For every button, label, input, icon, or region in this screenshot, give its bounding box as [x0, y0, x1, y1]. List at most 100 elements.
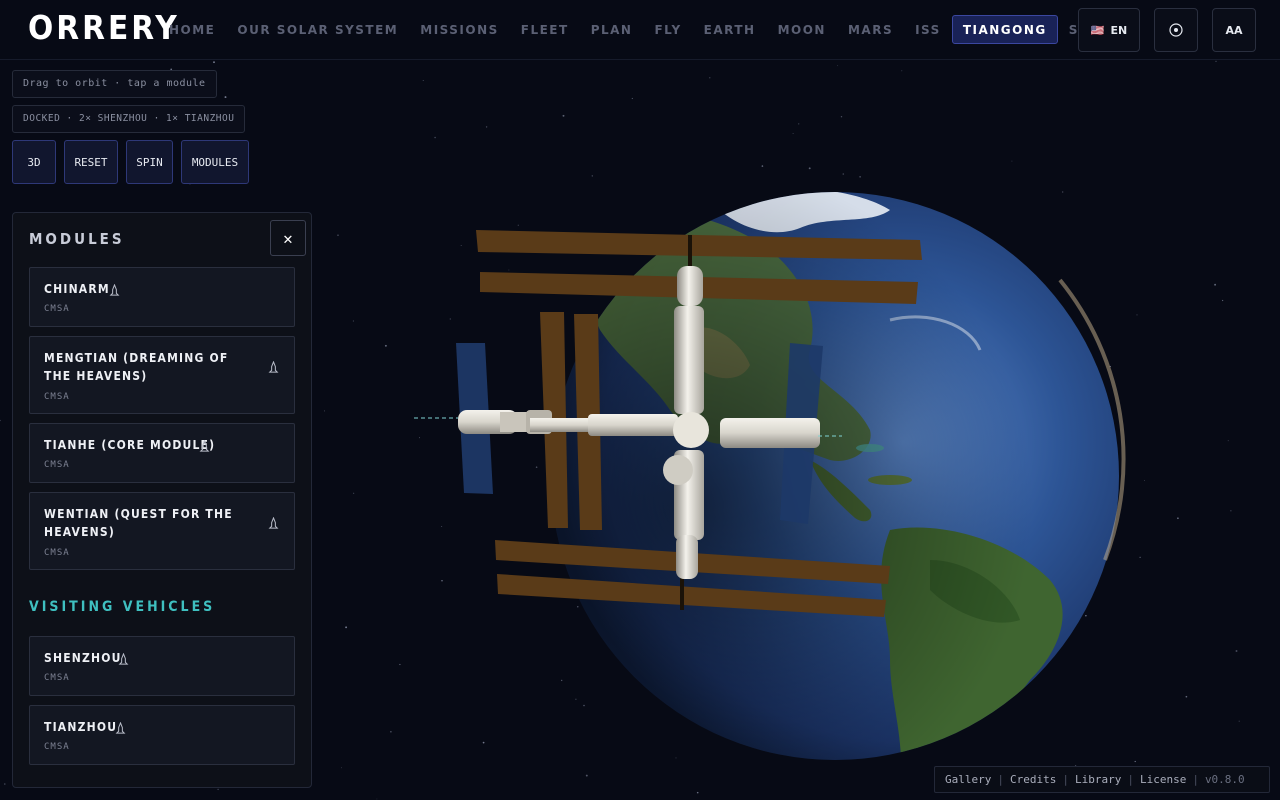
footer-separator: | [1062, 773, 1069, 786]
star [324, 410, 325, 412]
nav-earth[interactable]: EARTH [693, 15, 767, 44]
star [1185, 695, 1188, 698]
nav-mars[interactable]: MARS [837, 15, 904, 44]
star [840, 116, 843, 118]
vehicle-card-shenzhou[interactable]: SHENZHOU CMSA [29, 636, 295, 696]
license-link[interactable]: License [1140, 773, 1186, 786]
module-card-wentian[interactable]: WENTIAN (QUEST FOR THE HEAVENS) CMSA [29, 492, 295, 570]
module-name: CHINARM [44, 282, 110, 296]
star [696, 791, 699, 794]
close-panel-button[interactable]: ✕ [270, 220, 306, 256]
module-agency: CMSA [44, 460, 70, 470]
star [709, 77, 711, 79]
module-agency: CMSA [44, 304, 70, 314]
vehicle-name: SHENZHOU [44, 651, 122, 665]
nav-iss[interactable]: ISS [904, 15, 952, 44]
rocket-icon [268, 361, 279, 373]
top-navigation-bar: ORRERY HOME OUR SOLAR SYSTEM MISSIONS FL… [0, 0, 1280, 60]
star [485, 126, 488, 128]
star [808, 167, 811, 170]
visiting-vehicles-heading: VISITING VEHICLES [29, 599, 216, 615]
module-name: WENTIAN (QUEST FOR THE HEAVENS) [44, 507, 233, 539]
star [1235, 650, 1238, 652]
star [1215, 60, 1217, 62]
footer-separator: | [1127, 773, 1134, 786]
module-agency: CMSA [44, 392, 70, 402]
footer-separator: | [1192, 773, 1199, 786]
spin-button[interactable]: SPIN [126, 140, 173, 184]
footer-links: Gallery | Credits | Library | License | … [934, 766, 1270, 793]
nav-tiangong[interactable]: TIANGONG [951, 15, 1058, 44]
star [422, 79, 424, 81]
rocket-icon [118, 653, 129, 665]
rocket-icon [109, 284, 120, 296]
star [1177, 517, 1179, 520]
panel-title: MODULES [29, 230, 125, 248]
module-name: TIANHE (CORE MODULE) [44, 438, 216, 452]
rocket-icon [115, 722, 126, 734]
star [1011, 160, 1013, 162]
gallery-link[interactable]: Gallery [945, 773, 991, 786]
module-card-tianhe[interactable]: TIANHE (CORE MODULE) CMSA [29, 423, 295, 483]
star [837, 65, 839, 67]
star [1227, 440, 1229, 442]
star [798, 123, 800, 125]
nav-moon[interactable]: MOON [767, 15, 837, 44]
locate-button[interactable] [1154, 8, 1198, 52]
reset-button[interactable]: RESET [64, 140, 118, 184]
target-icon [1169, 23, 1183, 37]
us-flag-icon: 🇺🇸 [1090, 23, 1105, 37]
rocket-icon [199, 440, 210, 452]
module-card-chinarm[interactable]: CHINARM CMSA [29, 267, 295, 327]
language-label: EN [1110, 23, 1128, 37]
star [761, 165, 764, 167]
star [217, 788, 219, 791]
star [4, 783, 6, 785]
vehicle-agency: CMSA [44, 673, 70, 683]
docked-status: DOCKED · 2× SHENZHOU · 1× TIANZHOU [12, 105, 246, 133]
star [1238, 720, 1240, 722]
version-label: v0.8.0 [1204, 773, 1245, 786]
module-name: MENGTIAN (DREAMING OF THE HEAVENS) [44, 351, 229, 383]
star [631, 97, 633, 100]
interaction-hint: Drag to orbit · tap a module [12, 70, 217, 98]
font-size-label: AA [1225, 23, 1243, 37]
star [213, 61, 215, 64]
credits-link[interactable]: Credits [1010, 773, 1056, 786]
star [1230, 510, 1232, 512]
language-button[interactable]: 🇺🇸 EN [1078, 8, 1140, 52]
font-size-button[interactable]: AA [1212, 8, 1256, 52]
3d-button[interactable]: 3D [12, 140, 56, 184]
nav-our-solar-system[interactable]: OUR SOLAR SYSTEM [226, 15, 409, 44]
vehicle-card-tianzhou[interactable]: TIANZHOU CMSA [29, 705, 295, 765]
star [562, 114, 565, 117]
nav-home[interactable]: HOME [158, 15, 226, 44]
view-controls: 3D RESET SPIN MODULES [12, 140, 249, 184]
rocket-icon [268, 517, 279, 529]
nav-fly[interactable]: FLY [643, 15, 692, 44]
nav-fleet[interactable]: FLEET [510, 15, 580, 44]
nav-plan[interactable]: PLAN [580, 15, 644, 44]
module-card-mengtian[interactable]: MENGTIAN (DREAMING OF THE HEAVENS) CMSA [29, 336, 295, 414]
star [224, 96, 227, 99]
library-link[interactable]: Library [1075, 773, 1121, 786]
main-nav: HOME OUR SOLAR SYSTEM MISSIONS FLEET PLA… [158, 15, 1147, 44]
star [859, 176, 861, 178]
star [901, 70, 903, 72]
modules-panel: MODULES ✕ CHINARM CMSA MENGTIAN (DREAMIN… [12, 212, 312, 788]
star [1221, 299, 1224, 302]
modules-button[interactable]: MODULES [181, 140, 249, 184]
star [792, 133, 794, 135]
footer-separator: | [997, 773, 1004, 786]
star [591, 175, 593, 177]
star [376, 798, 378, 800]
star [434, 136, 436, 139]
star [842, 173, 845, 175]
nav-missions[interactable]: MISSIONS [409, 15, 510, 44]
star [0, 419, 1, 422]
star [1214, 283, 1217, 286]
module-agency: CMSA [44, 548, 70, 558]
vehicle-agency: CMSA [44, 742, 70, 752]
vehicle-name: TIANZHOU [44, 720, 118, 734]
station-viewport[interactable] [330, 180, 1150, 780]
